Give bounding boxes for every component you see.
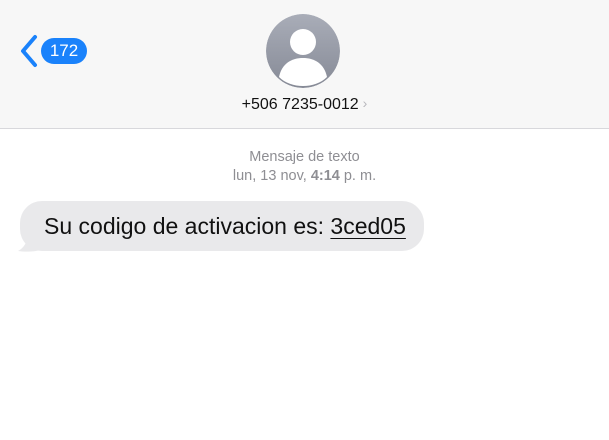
back-button[interactable]: 172 <box>20 34 87 68</box>
service-label: Mensaje de texto <box>249 149 360 165</box>
message-timestamp: Mensaje de texto lun, 13 nov, 4:14 p. m. <box>0 148 609 186</box>
date-line: lun, 13 nov, 4:14 p. m. <box>0 167 609 186</box>
incoming-message[interactable]: Su codigo de activacion es: 3ced05 <box>18 201 424 252</box>
contact-number: +506 7235-0012 <box>241 96 359 113</box>
avatar[interactable] <box>266 14 340 88</box>
message-bubble[interactable]: Su codigo de activacion es: 3ced05 <box>20 201 424 251</box>
conversation-header: 172 +506 7235-0012 › <box>0 0 609 129</box>
chevron-right-icon: › <box>362 95 368 111</box>
message-text: Su codigo de activacion es: <box>44 213 331 239</box>
activation-code-link[interactable]: 3ced05 <box>330 213 405 239</box>
unread-count-badge: 172 <box>41 38 87 64</box>
date-text: lun, 13 nov, <box>232 168 311 184</box>
person-silhouette-icon <box>266 14 340 88</box>
time-suffix: p. m. <box>339 168 377 184</box>
chevron-left-icon <box>21 35 37 67</box>
time-text: 4:14 <box>310 168 340 184</box>
contact-name[interactable]: +506 7235-0012 › <box>0 93 609 115</box>
